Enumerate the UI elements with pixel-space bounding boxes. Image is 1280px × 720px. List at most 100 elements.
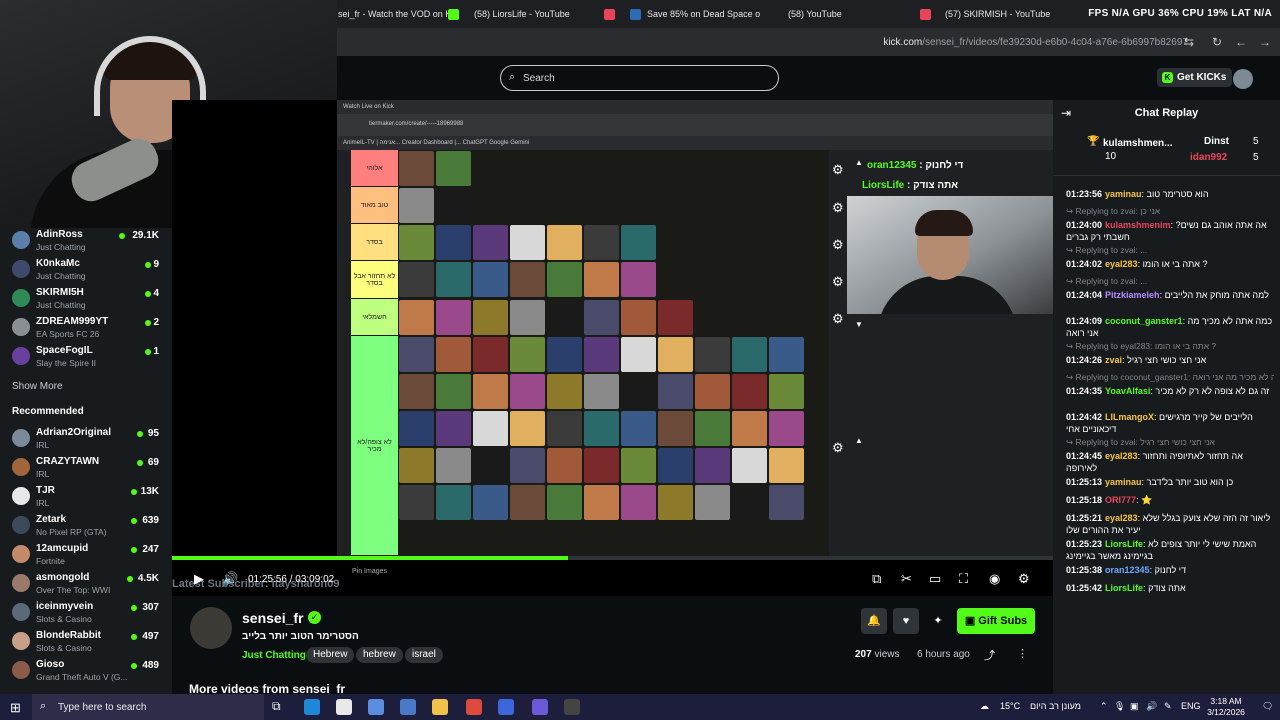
- show-more-link[interactable]: Show More: [12, 381, 63, 392]
- chevron-up-icon[interactable]: ⌃: [1100, 701, 1108, 712]
- clip-icon[interactable]: ✂: [901, 571, 912, 587]
- share-icon[interactable]: ⤴: [984, 647, 995, 663]
- message-username[interactable]: YoavAlfasi: [1105, 386, 1150, 396]
- notification-icon[interactable]: 🗨: [1262, 701, 1273, 712]
- back-icon[interactable]: ←: [1233, 34, 1249, 50]
- copilot-icon[interactable]: [368, 699, 384, 715]
- message-username[interactable]: Pitzkiameleh: [1105, 290, 1160, 300]
- message-username[interactable]: LILmangoX: [1105, 412, 1154, 422]
- tab-search-icon[interactable]: ⇆: [1181, 34, 1197, 50]
- sidebar-channel[interactable]: iceinmyvein Slots & Casino 307: [12, 600, 167, 628]
- file-explorer-icon[interactable]: [432, 699, 448, 715]
- message-username[interactable]: yaminau: [1105, 477, 1142, 487]
- system-clock[interactable]: 3:18 AM 3/12/2026: [1196, 696, 1256, 718]
- message-username[interactable]: eyal283: [1105, 513, 1138, 523]
- app-icon[interactable]: [498, 699, 514, 715]
- url-field[interactable]: kick.com/sensei_fr/videos/fe39230d-e6b0-…: [883, 37, 1188, 48]
- taskbar-search[interactable]: ⌕: [32, 694, 264, 720]
- chat-message[interactable]: 01:25:13 yaminau: כן הוא טוב יותר בל'דבר: [1066, 476, 1274, 488]
- user-avatar[interactable]: [1233, 69, 1253, 89]
- chrome-icon[interactable]: [466, 699, 482, 715]
- search-box[interactable]: ⌕: [500, 65, 779, 91]
- sidebar-channel[interactable]: Gioso Grand Theft Auto V (G... 489: [12, 658, 167, 686]
- forward-icon[interactable]: →: [1257, 34, 1273, 50]
- message-username[interactable]: zvai: [1105, 355, 1122, 365]
- video-player[interactable]: Watch Live on Kick tiermaker.com/create/…: [172, 100, 1053, 596]
- sidebar-channel[interactable]: Adrian2Original IRL 95: [12, 426, 167, 454]
- discord-icon[interactable]: [532, 699, 548, 715]
- chat-message[interactable]: 01:25:21 eyal283: ליאור זה הזה שלא צועק ב…: [1066, 512, 1274, 536]
- chat-message[interactable]: 01:23:56 yaminau: הוא סטרימר טוב: [1066, 188, 1274, 200]
- fullscreen-icon[interactable]: ⛶: [959, 571, 968, 587]
- browser-tab[interactable]: (58) LiorsLife - YouTube: [474, 0, 624, 28]
- message-username[interactable]: eyal283: [1105, 259, 1138, 269]
- chat-message[interactable]: 01:25:38 oran12345: די לחנוק: [1066, 564, 1274, 576]
- play-icon[interactable]: ▶: [194, 571, 204, 587]
- message-username[interactable]: oran12345: [1105, 565, 1150, 575]
- network-icon[interactable]: ▣: [1130, 701, 1139, 712]
- message-username[interactable]: coconut_ganster1: [1105, 316, 1183, 326]
- tag-chip[interactable]: hebrew: [356, 647, 403, 663]
- channel-avatar[interactable]: [190, 607, 232, 649]
- sidebar-channel[interactable]: ZDREAM999YT EA Sports FC 26 2: [12, 315, 167, 343]
- chat-message[interactable]: 01:24:26 zvai: אני חצי כושי חצי רגיל: [1066, 354, 1274, 366]
- tag-chip[interactable]: israel: [405, 647, 443, 663]
- chat-message[interactable]: 01:24:00 kulamshmenim: אה אתה אוהב גם נשי…: [1066, 219, 1274, 243]
- sidebar-channel[interactable]: asmongold Over The Top: WWI 4.5K: [12, 571, 167, 599]
- store-icon[interactable]: [336, 699, 352, 715]
- sidebar-channel[interactable]: CRAZYTAWN IRL 69: [12, 455, 167, 483]
- sidebar-channel[interactable]: SpaceFogIL Slay the Spire II 1: [12, 344, 167, 372]
- sparkle-icon[interactable]: ✦: [925, 608, 951, 634]
- chat-message[interactable]: 01:25:23 LiorsLife: האמת שישי לי יותר צופ…: [1066, 538, 1274, 562]
- edge-icon[interactable]: [304, 699, 320, 715]
- channel-name[interactable]: sensei_fr: [242, 610, 303, 626]
- message-username[interactable]: LiorsLife: [1105, 539, 1143, 549]
- chat-message[interactable]: 01:24:09 coconut_ganster1: כמה אתה לא מכי…: [1066, 315, 1274, 339]
- chat-message[interactable]: 01:25:42 LiorsLife: אתה צודק: [1066, 582, 1274, 594]
- mic-icon[interactable]: 🎙: [1114, 701, 1125, 712]
- chat-message[interactable]: 01:24:42 LILmangoX: הלייבים של קייר מרגיש…: [1066, 411, 1274, 435]
- search-input[interactable]: [523, 70, 763, 86]
- message-username[interactable]: ORI777: [1105, 495, 1136, 505]
- chat-message[interactable]: 01:25:18 ORI777: ⭐: [1066, 494, 1274, 506]
- obs-icon[interactable]: [564, 699, 580, 715]
- tag-chip[interactable]: Hebrew: [306, 647, 355, 663]
- sidebar-channel[interactable]: Zetark No Pixel RP (GTA) 639: [12, 513, 167, 541]
- category-link[interactable]: Just Chatting: [242, 650, 306, 661]
- sidebar-channel[interactable]: TJR IRL 13K: [12, 484, 167, 512]
- message-username[interactable]: LiorsLife: [1105, 583, 1143, 593]
- teams-icon[interactable]: [400, 699, 416, 715]
- chat-message[interactable]: 01:24:04 Pitzkiameleh: למה אתה מוחק את הל…: [1066, 289, 1274, 301]
- get-kicks-button[interactable]: K Get KICKs: [1157, 68, 1233, 87]
- more-options-icon[interactable]: ⋮: [1017, 647, 1028, 660]
- message-username[interactable]: kulamshmenim: [1105, 220, 1171, 230]
- task-view-icon[interactable]: ⧉: [272, 699, 288, 715]
- sidebar-channel[interactable]: AdinRoss Just Chatting 29.1K: [12, 228, 167, 256]
- seek-bar[interactable]: [172, 556, 1053, 560]
- sidebar-channel[interactable]: BlondeRabbit Slots & Casino 497: [12, 629, 167, 657]
- browser-tab[interactable]: sei_fr - Watch the VOD on K: [338, 0, 448, 28]
- windows-start-icon[interactable]: ⊞: [10, 700, 21, 716]
- speed-icon[interactable]: ◉: [989, 571, 1000, 587]
- reload-icon[interactable]: ↻: [1209, 34, 1225, 50]
- gift-subs-button[interactable]: ▣ Gift Subs: [957, 608, 1035, 634]
- settings-icon[interactable]: ⚙: [1018, 571, 1030, 587]
- chat-message[interactable]: 01:24:35 YoavAlfasi: זה גם לא צופה לא רק …: [1066, 385, 1274, 397]
- pip-icon[interactable]: ⧉: [872, 571, 881, 587]
- chat-message[interactable]: 01:24:45 eyal283: אה תחזור לאתיופיה ותחזו…: [1066, 450, 1274, 474]
- chat-message[interactable]: 01:24:02 eyal283: אתה בי או הומו ?: [1066, 258, 1274, 270]
- pen-icon[interactable]: ✎: [1164, 701, 1172, 712]
- theater-icon[interactable]: ▭: [929, 571, 941, 587]
- volume-icon[interactable]: 🔊: [222, 571, 238, 587]
- sidebar-channel[interactable]: 12amcupid Fortnite 247: [12, 542, 167, 570]
- message-username[interactable]: eyal283: [1105, 451, 1138, 461]
- volume-icon[interactable]: 🔊: [1146, 701, 1157, 712]
- browser-tab[interactable]: Save 85% on Dead Space on St: [630, 0, 760, 28]
- follow-heart-button[interactable]: ♥: [893, 608, 919, 634]
- notification-bell-button[interactable]: 🔔: [861, 608, 887, 634]
- browser-tab[interactable]: (58) YouTube: [788, 0, 918, 28]
- sidebar-channel[interactable]: K0nkaMc Just Chatting 9: [12, 257, 167, 285]
- browser-tab[interactable]: (57) SKIRMISH - YouTube: [945, 0, 1055, 28]
- taskbar-search-input[interactable]: [58, 700, 208, 714]
- message-username[interactable]: yaminau: [1105, 189, 1142, 199]
